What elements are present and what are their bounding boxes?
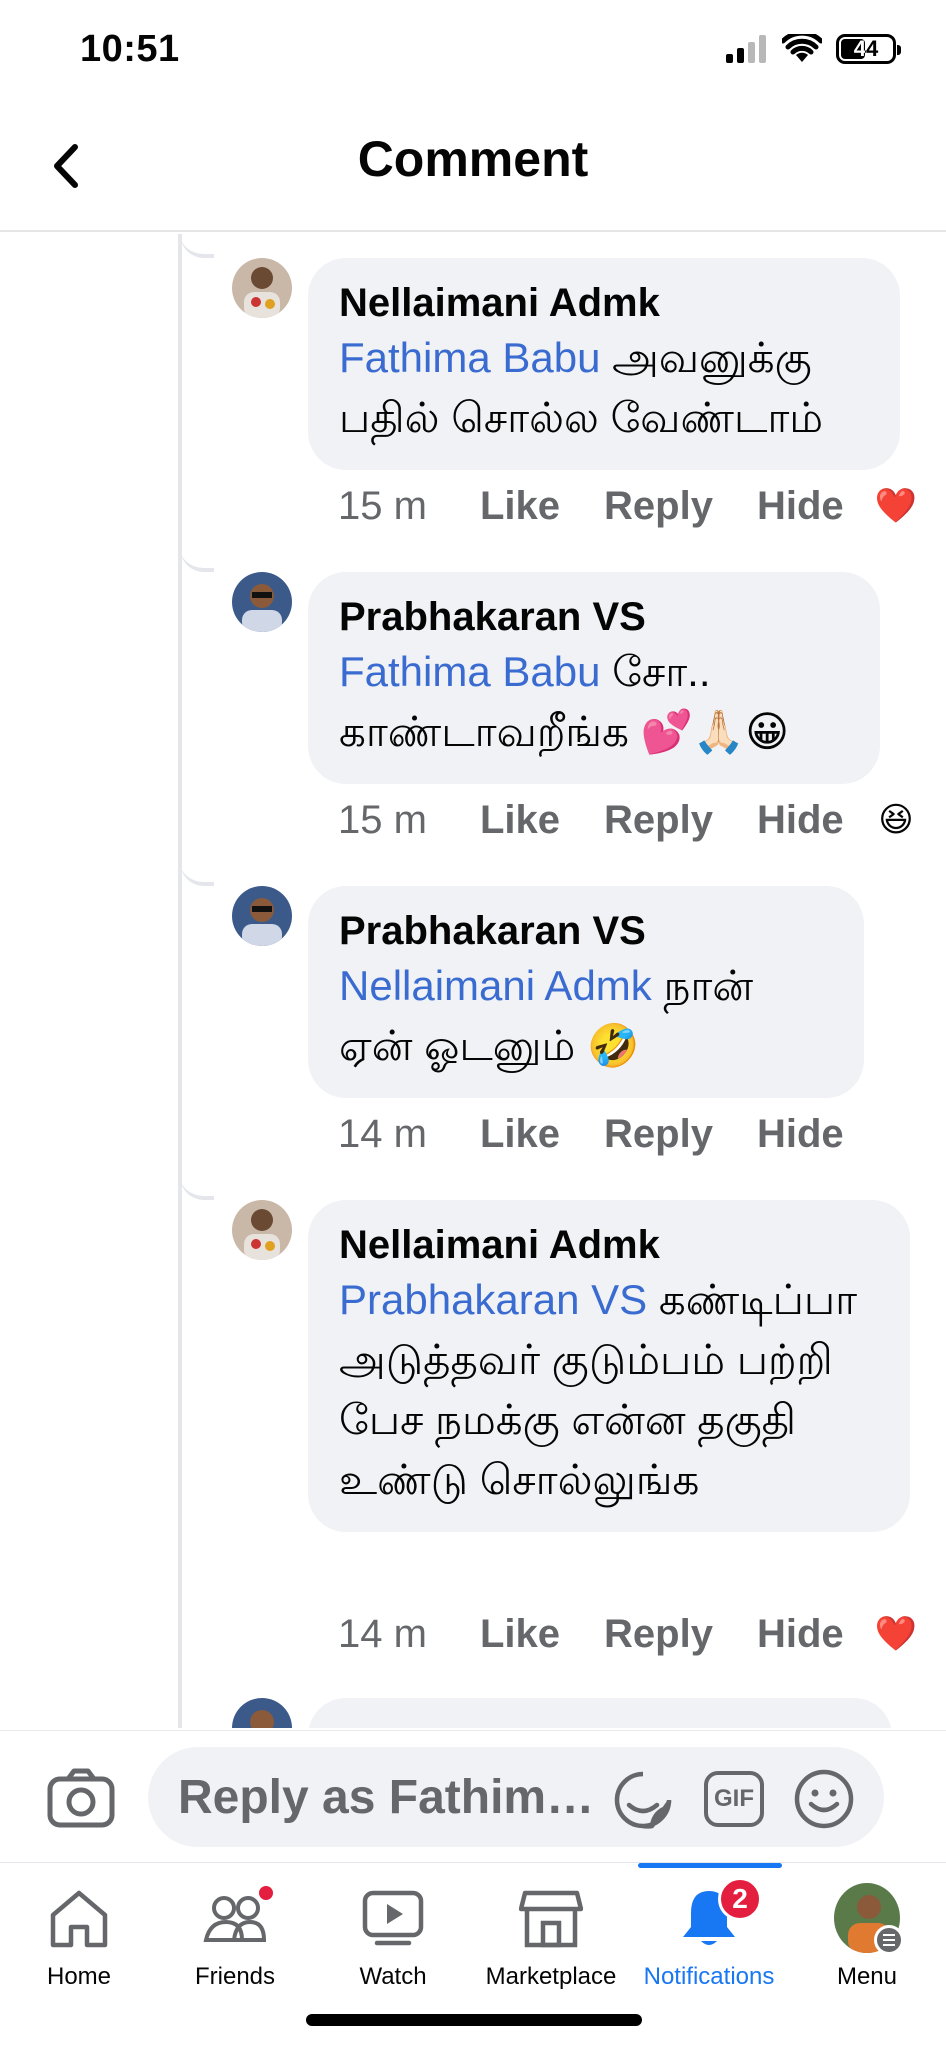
avatar[interactable] [232, 258, 292, 318]
like-button[interactable]: Like [480, 798, 560, 843]
status-icons: 44 [726, 34, 901, 64]
comment-text: Fathima Babu சோ.. காண்டாவறீங்க 💕🙏🏻😀 [339, 648, 789, 755]
comment-bubble[interactable]: Nellaimani Admk Fathima Babu அவனுக்கு பத… [308, 258, 900, 470]
mention-link[interactable]: Fathima Babu [339, 334, 600, 381]
watch-video-icon [362, 1890, 424, 1946]
nav-notifications-label: Notifications [643, 1963, 775, 1990]
like-button[interactable]: Like [480, 1112, 560, 1157]
sticker-button[interactable] [610, 1767, 676, 1833]
comment-text: Fathima Babu அவனுக்கு பதில் சொல்ல வேண்டா… [339, 334, 824, 441]
header: Comment [0, 100, 946, 232]
home-indicator [306, 2014, 642, 2026]
thread-branch [180, 234, 214, 258]
reaction-badge[interactable]: 😆 [874, 798, 918, 842]
thread-branch [180, 850, 214, 886]
camera-button[interactable] [46, 1763, 116, 1833]
heart-reaction-icon: ❤️ [874, 1615, 918, 1653]
cellular-signal-icon [726, 35, 766, 63]
thread-line [178, 234, 182, 1728]
wifi-icon [782, 34, 822, 62]
home-icon [50, 1890, 108, 1948]
comment-time: 15 m [338, 798, 427, 842]
status-time: 10:51 [80, 28, 180, 70]
avatar[interactable] [232, 886, 292, 946]
hide-button[interactable]: Hide [757, 1612, 844, 1657]
comment-actions: 14 m Like Reply Hide [338, 1112, 888, 1157]
avatar[interactable] [232, 572, 292, 632]
nav-friends[interactable]: Friends [156, 1863, 314, 2013]
smiley-icon [794, 1769, 854, 1829]
comment-bubble[interactable]: Prabhakaran VS Nellaimani Admk நான் ஏன் … [308, 886, 864, 1098]
nav-watch-label: Watch [359, 1963, 427, 1990]
mention-link[interactable]: Fathima Babu [339, 648, 600, 695]
hide-button[interactable]: Hide [757, 484, 844, 529]
reaction-badge[interactable]: ❤️ [874, 484, 918, 528]
comment-thread[interactable]: Nellaimani Admk Fathima Babu அவனுக்கு பத… [0, 234, 946, 1728]
sticker-icon [614, 1771, 672, 1829]
comment-author[interactable]: Prabhakaran VS [339, 906, 834, 956]
reply-button[interactable]: Reply [604, 798, 713, 843]
reply-bar: GIF [0, 1730, 946, 1862]
nav-watch[interactable]: Watch [314, 1863, 472, 2013]
menu-hamburger-icon [874, 1925, 904, 1955]
nav-home[interactable]: Home [0, 1863, 158, 2013]
notifications-badge: 2 [718, 1877, 762, 1921]
mention-link[interactable]: Nellaimani Admk [339, 962, 652, 1009]
nav-menu[interactable]: Menu [788, 1863, 946, 2013]
gif-icon: GIF [704, 1771, 764, 1827]
friends-notification-dot [256, 1883, 276, 1903]
haha-reaction-icon: 😆 [878, 801, 914, 839]
camera-icon [47, 1768, 115, 1828]
avatar[interactable] [232, 1200, 292, 1260]
battery-icon: 44 [836, 34, 901, 64]
comment-bubble[interactable] [308, 1698, 892, 1728]
status-bar: 10:51 44 [0, 0, 946, 100]
comment-actions: 15 m Like Reply Hide [338, 798, 888, 843]
reply-input[interactable] [148, 1747, 884, 1847]
reply-button[interactable]: Reply [604, 484, 713, 529]
avatar[interactable] [232, 1698, 292, 1728]
nav-notifications[interactable]: 2 Notifications [630, 1863, 788, 2013]
comment-time: 14 m [338, 1112, 427, 1156]
nav-marketplace-label: Marketplace [485, 1963, 617, 1990]
nav-menu-label: Menu [836, 1963, 898, 1990]
gif-label: GIF [714, 1785, 754, 1812]
comment-actions: 15 m Like Reply Hide [338, 484, 888, 529]
hide-button[interactable]: Hide [757, 1112, 844, 1157]
comment-author[interactable]: Prabhakaran VS [339, 592, 850, 642]
thread-branch [180, 1164, 214, 1200]
nav-friends-label: Friends [194, 1963, 276, 1990]
mention-link[interactable]: Prabhakaran VS [339, 1276, 647, 1323]
reaction-badge[interactable]: ❤️ [874, 1612, 918, 1656]
thread-branch [180, 536, 214, 572]
page-title: Comment [357, 131, 589, 187]
like-button[interactable]: Like [480, 484, 560, 529]
reply-button[interactable]: Reply [604, 1612, 713, 1657]
comment-actions: 14 m Like Reply Hide [338, 1612, 888, 1657]
nav-marketplace[interactable]: Marketplace [472, 1863, 630, 2013]
comment-text: Prabhakaran VS கண்டிப்பா அடுத்தவர் குடும… [339, 1276, 858, 1503]
reply-button[interactable]: Reply [604, 1112, 713, 1157]
gif-button[interactable]: GIF [702, 1767, 766, 1831]
comment-time: 14 m [338, 1612, 427, 1656]
comment-bubble[interactable]: Prabhakaran VS Fathima Babu சோ.. காண்டாவ… [308, 572, 880, 784]
marketplace-shop-icon [519, 1890, 583, 1948]
comment-author[interactable]: Nellaimani Admk [339, 1220, 880, 1270]
comment-time: 15 m [338, 484, 427, 528]
heart-reaction-icon: ❤️ [874, 487, 918, 525]
comment-bubble[interactable]: Nellaimani Admk Prabhakaran VS கண்டிப்பா… [308, 1200, 910, 1532]
comment-author[interactable]: Nellaimani Admk [339, 278, 870, 328]
like-button[interactable]: Like [480, 1612, 560, 1657]
comment-text: Nellaimani Admk நான் ஏன் ஓடனும் 🤣 [339, 962, 754, 1069]
hide-button[interactable]: Hide [757, 798, 844, 843]
emoji-button[interactable] [792, 1767, 856, 1831]
nav-home-label: Home [46, 1963, 112, 1990]
battery-level: 44 [853, 36, 879, 61]
